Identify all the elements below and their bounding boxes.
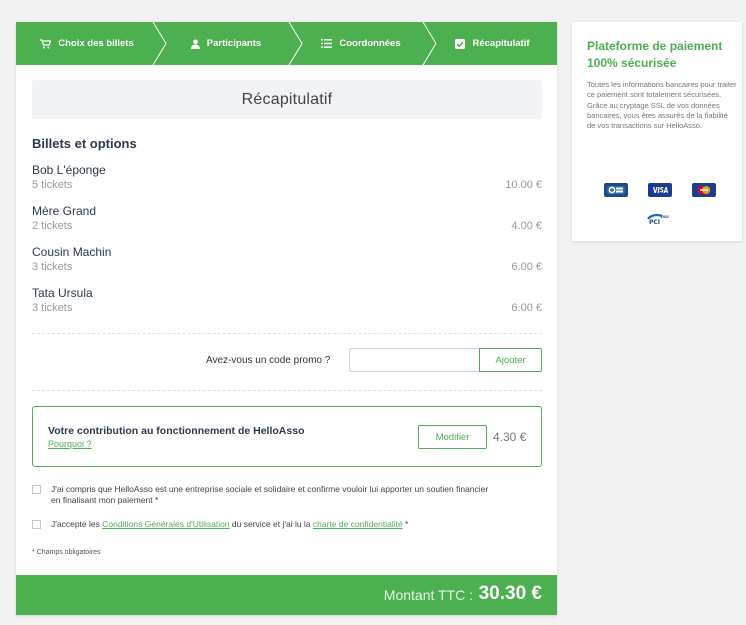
checkout-card: Choix des billets Participants Coordonné…: [16, 22, 557, 615]
social-support-checkbox[interactable]: [32, 485, 41, 494]
privacy-policy-link[interactable]: charte de confidentialité: [313, 519, 403, 529]
promo-code-input[interactable]: [349, 348, 479, 372]
step-ticket-choice[interactable]: Choix des billets: [16, 22, 158, 65]
step-label: Récapitulatif: [472, 38, 530, 49]
tickets-section-title: Billets et options: [32, 136, 137, 151]
social-support-text: J'ai compris que HelloAsso est une entre…: [51, 484, 489, 505]
ticket-name: Tata Ursula: [32, 286, 93, 300]
checkout-steps: Choix des billets Participants Coordonné…: [16, 22, 557, 65]
svg-text:PCI: PCI: [649, 219, 660, 225]
ticket-name: Bob L'éponge: [32, 163, 106, 177]
ticket-price: 6.00 €: [511, 261, 542, 273]
list-icon: [321, 39, 333, 48]
add-promo-button[interactable]: Ajouter: [479, 348, 542, 372]
secure-payment-text: Toutes les informations bancaires pour t…: [587, 80, 737, 131]
ticket-name: Mère Grand: [32, 204, 97, 218]
ticket-quantity: 2 tickets: [32, 220, 73, 232]
step-contact-details[interactable]: Coordonnées: [294, 22, 428, 65]
step-label: Choix des billets: [58, 38, 134, 49]
ticket-price: 6.00 €: [511, 302, 542, 314]
step-separator: [288, 22, 304, 65]
secure-payment-title: Plateforme de paiement 100% sécurisée: [587, 39, 723, 70]
cart-icon: [40, 38, 52, 49]
divider: [32, 390, 542, 391]
ticket-item: Tata Ursula 3 tickets 6.00 €: [32, 286, 542, 320]
ticket-quantity: 5 tickets: [32, 179, 73, 191]
mandatory-fields-note: * Champs obligatoires: [32, 549, 101, 556]
helloasso-contribution: Votre contribution au fonctionnement de …: [32, 406, 542, 467]
ticket-price: 10.00 €: [505, 179, 542, 191]
step-separator: [152, 22, 168, 65]
cb-logo: [604, 183, 628, 197]
step-summary[interactable]: Récapitulatif: [428, 22, 557, 65]
summary-heading: Récapitulatif: [32, 80, 542, 119]
terms-checkbox[interactable]: [32, 520, 41, 529]
divider: [32, 333, 542, 334]
total-label: Montant TTC :: [383, 587, 473, 603]
ticket-name: Cousin Machin: [32, 245, 112, 259]
ticket-item: Cousin Machin 3 tickets 6.00 €: [32, 245, 542, 279]
contribution-amount: 4.30 €: [493, 430, 527, 444]
mastercard-logo: [692, 183, 716, 197]
step-participants[interactable]: Participants: [158, 22, 294, 65]
checkbox-icon: [455, 38, 466, 49]
ticket-item: Bob L'éponge 5 tickets 10.00 €: [32, 163, 542, 197]
why-link[interactable]: Pourquoi ?: [48, 439, 92, 449]
promo-code-label: Avez-vous un code promo ?: [206, 355, 331, 366]
total-bar: Montant TTC : 30.30 €: [16, 575, 557, 615]
ticket-quantity: 3 tickets: [32, 302, 73, 314]
terms-consent: J'accepte les Conditions Générales d'Uti…: [32, 519, 542, 531]
ticket-quantity: 3 tickets: [32, 261, 73, 273]
step-separator: [422, 22, 438, 65]
person-icon: [190, 39, 200, 49]
social-support-consent: J'ai compris que HelloAsso est une entre…: [32, 484, 542, 508]
payment-logos: [604, 183, 716, 197]
modify-contribution-button[interactable]: Modifier: [418, 425, 487, 449]
ticket-price: 4.00 €: [511, 220, 542, 232]
visa-logo: [648, 183, 672, 197]
ticket-item: Mère Grand 2 tickets 4.00 €: [32, 204, 542, 238]
step-label: Participants: [206, 38, 262, 49]
pci-dss-logo: PCI DSS: [647, 212, 669, 230]
terms-text: J'accepte les Conditions Générales d'Uti…: [51, 519, 409, 529]
svg-text:DSS: DSS: [661, 215, 669, 219]
summary-heading-label: Récapitulatif: [241, 90, 333, 108]
total-amount: 30.30 €: [478, 583, 542, 604]
secure-payment-card: Plateforme de paiement 100% sécurisée To…: [572, 22, 742, 241]
contribution-title: Votre contribution au fonctionnement de …: [48, 425, 305, 437]
step-label: Coordonnées: [339, 38, 401, 49]
terms-link[interactable]: Conditions Générales d'Utilisation: [102, 519, 229, 529]
